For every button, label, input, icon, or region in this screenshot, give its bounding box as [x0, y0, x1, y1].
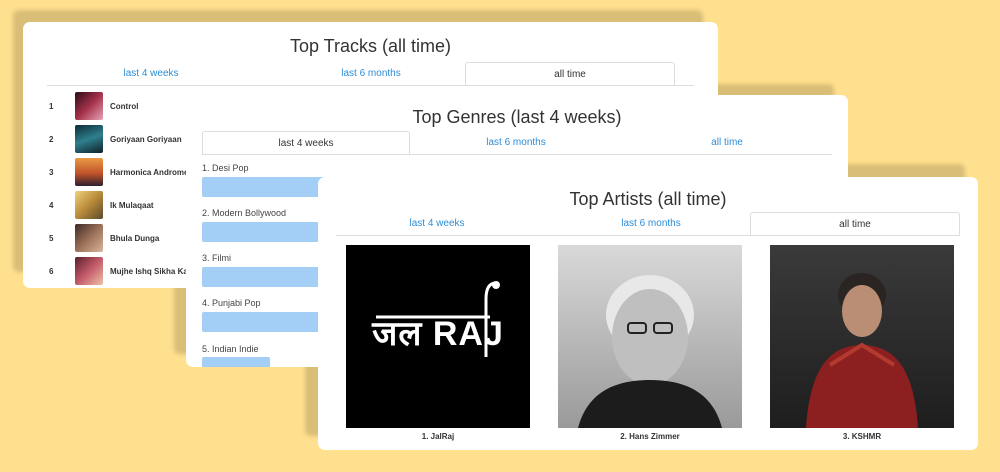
top-genres-tabs: last 4 weeks last 6 months all time: [202, 131, 832, 155]
tab-last-4-weeks[interactable]: last 4 weeks: [336, 212, 538, 236]
tab-last-6-months[interactable]: last 6 months: [410, 131, 622, 155]
genre-bar: [202, 357, 270, 367]
track-row[interactable]: 5 Bhula Dunga: [49, 224, 159, 252]
track-rank: 5: [49, 233, 54, 243]
tab-last-4-weeks[interactable]: last 4 weeks: [47, 62, 255, 86]
track-rank: 2: [49, 134, 54, 144]
jalraj-logo: जल RAJ: [371, 281, 504, 357]
track-cover-image: [75, 92, 103, 120]
track-row[interactable]: 4 Ik Mulaqaat: [49, 191, 154, 219]
track-name: Control: [110, 101, 139, 111]
track-name: Ik Mulaqaat: [110, 200, 154, 210]
track-rank: 3: [49, 167, 54, 177]
track-cover-image: [75, 191, 103, 219]
top-artists-tabs: last 4 weeks last 6 months all time: [336, 212, 960, 236]
artist-name[interactable]: 3. KSHMR: [770, 432, 954, 441]
track-name: Goriyaan Goriyaan: [110, 134, 182, 144]
tab-last-6-months[interactable]: last 6 months: [255, 62, 487, 86]
artist-image-kshmr[interactable]: [770, 245, 954, 428]
track-row[interactable]: 2 Goriyaan Goriyaan: [49, 125, 182, 153]
tab-all-time[interactable]: all time: [622, 131, 832, 155]
track-cover-image: [75, 224, 103, 252]
track-cover-image: [75, 158, 103, 186]
genre-label: 3. Filmi: [202, 253, 231, 263]
tab-last-6-months[interactable]: last 6 months: [538, 212, 764, 236]
genre-label: 1. Desi Pop: [202, 163, 249, 173]
top-artists-card: Top Artists (all time) last 4 weeks last…: [318, 177, 978, 450]
genre-label: 2. Modern Bollywood: [202, 208, 287, 218]
track-cover-image: [75, 125, 103, 153]
tabs-divider: [202, 154, 832, 155]
svg-text:जल RAJ: जल RAJ: [371, 315, 504, 353]
top-genres-title: Top Genres (last 4 weeks): [412, 107, 622, 127]
artist-image-jalraj[interactable]: जल RAJ: [346, 245, 530, 428]
genre-label: 4. Punjabi Pop: [202, 298, 261, 308]
track-rank: 6: [49, 266, 54, 276]
tab-all-time[interactable]: all time: [465, 62, 675, 86]
tab-last-4-weeks[interactable]: last 4 weeks: [202, 131, 410, 155]
artist-image-hans-zimmer[interactable]: [558, 245, 742, 428]
track-row[interactable]: 3 Harmonica Andromeda: [49, 158, 198, 186]
top-tracks-tabs: last 4 weeks last 6 months all time: [47, 62, 694, 86]
portrait-photo: [578, 275, 722, 428]
track-name: Bhula Dunga: [110, 233, 160, 243]
tab-all-time[interactable]: all time: [750, 212, 960, 236]
tabs-divider: [336, 235, 960, 236]
track-name: Harmonica Andromeda: [110, 167, 198, 177]
track-cover-image: [75, 257, 103, 285]
track-row[interactable]: 1 Control: [49, 92, 138, 120]
track-row[interactable]: 6 Mujhe Ishq Sikha Karke: [49, 257, 200, 285]
track-rank: 1: [49, 101, 54, 111]
track-rank: 4: [49, 200, 54, 210]
genre-label: 5. Indian Indie: [202, 344, 259, 354]
artist-name[interactable]: 2. Hans Zimmer: [558, 432, 742, 441]
tabs-divider: [47, 85, 694, 86]
portrait-photo: [806, 273, 918, 428]
artist-name[interactable]: 1. JalRaj: [346, 432, 530, 441]
top-artists-title: Top Artists (all time): [569, 189, 727, 209]
top-tracks-title: Top Tracks (all time): [289, 36, 452, 56]
